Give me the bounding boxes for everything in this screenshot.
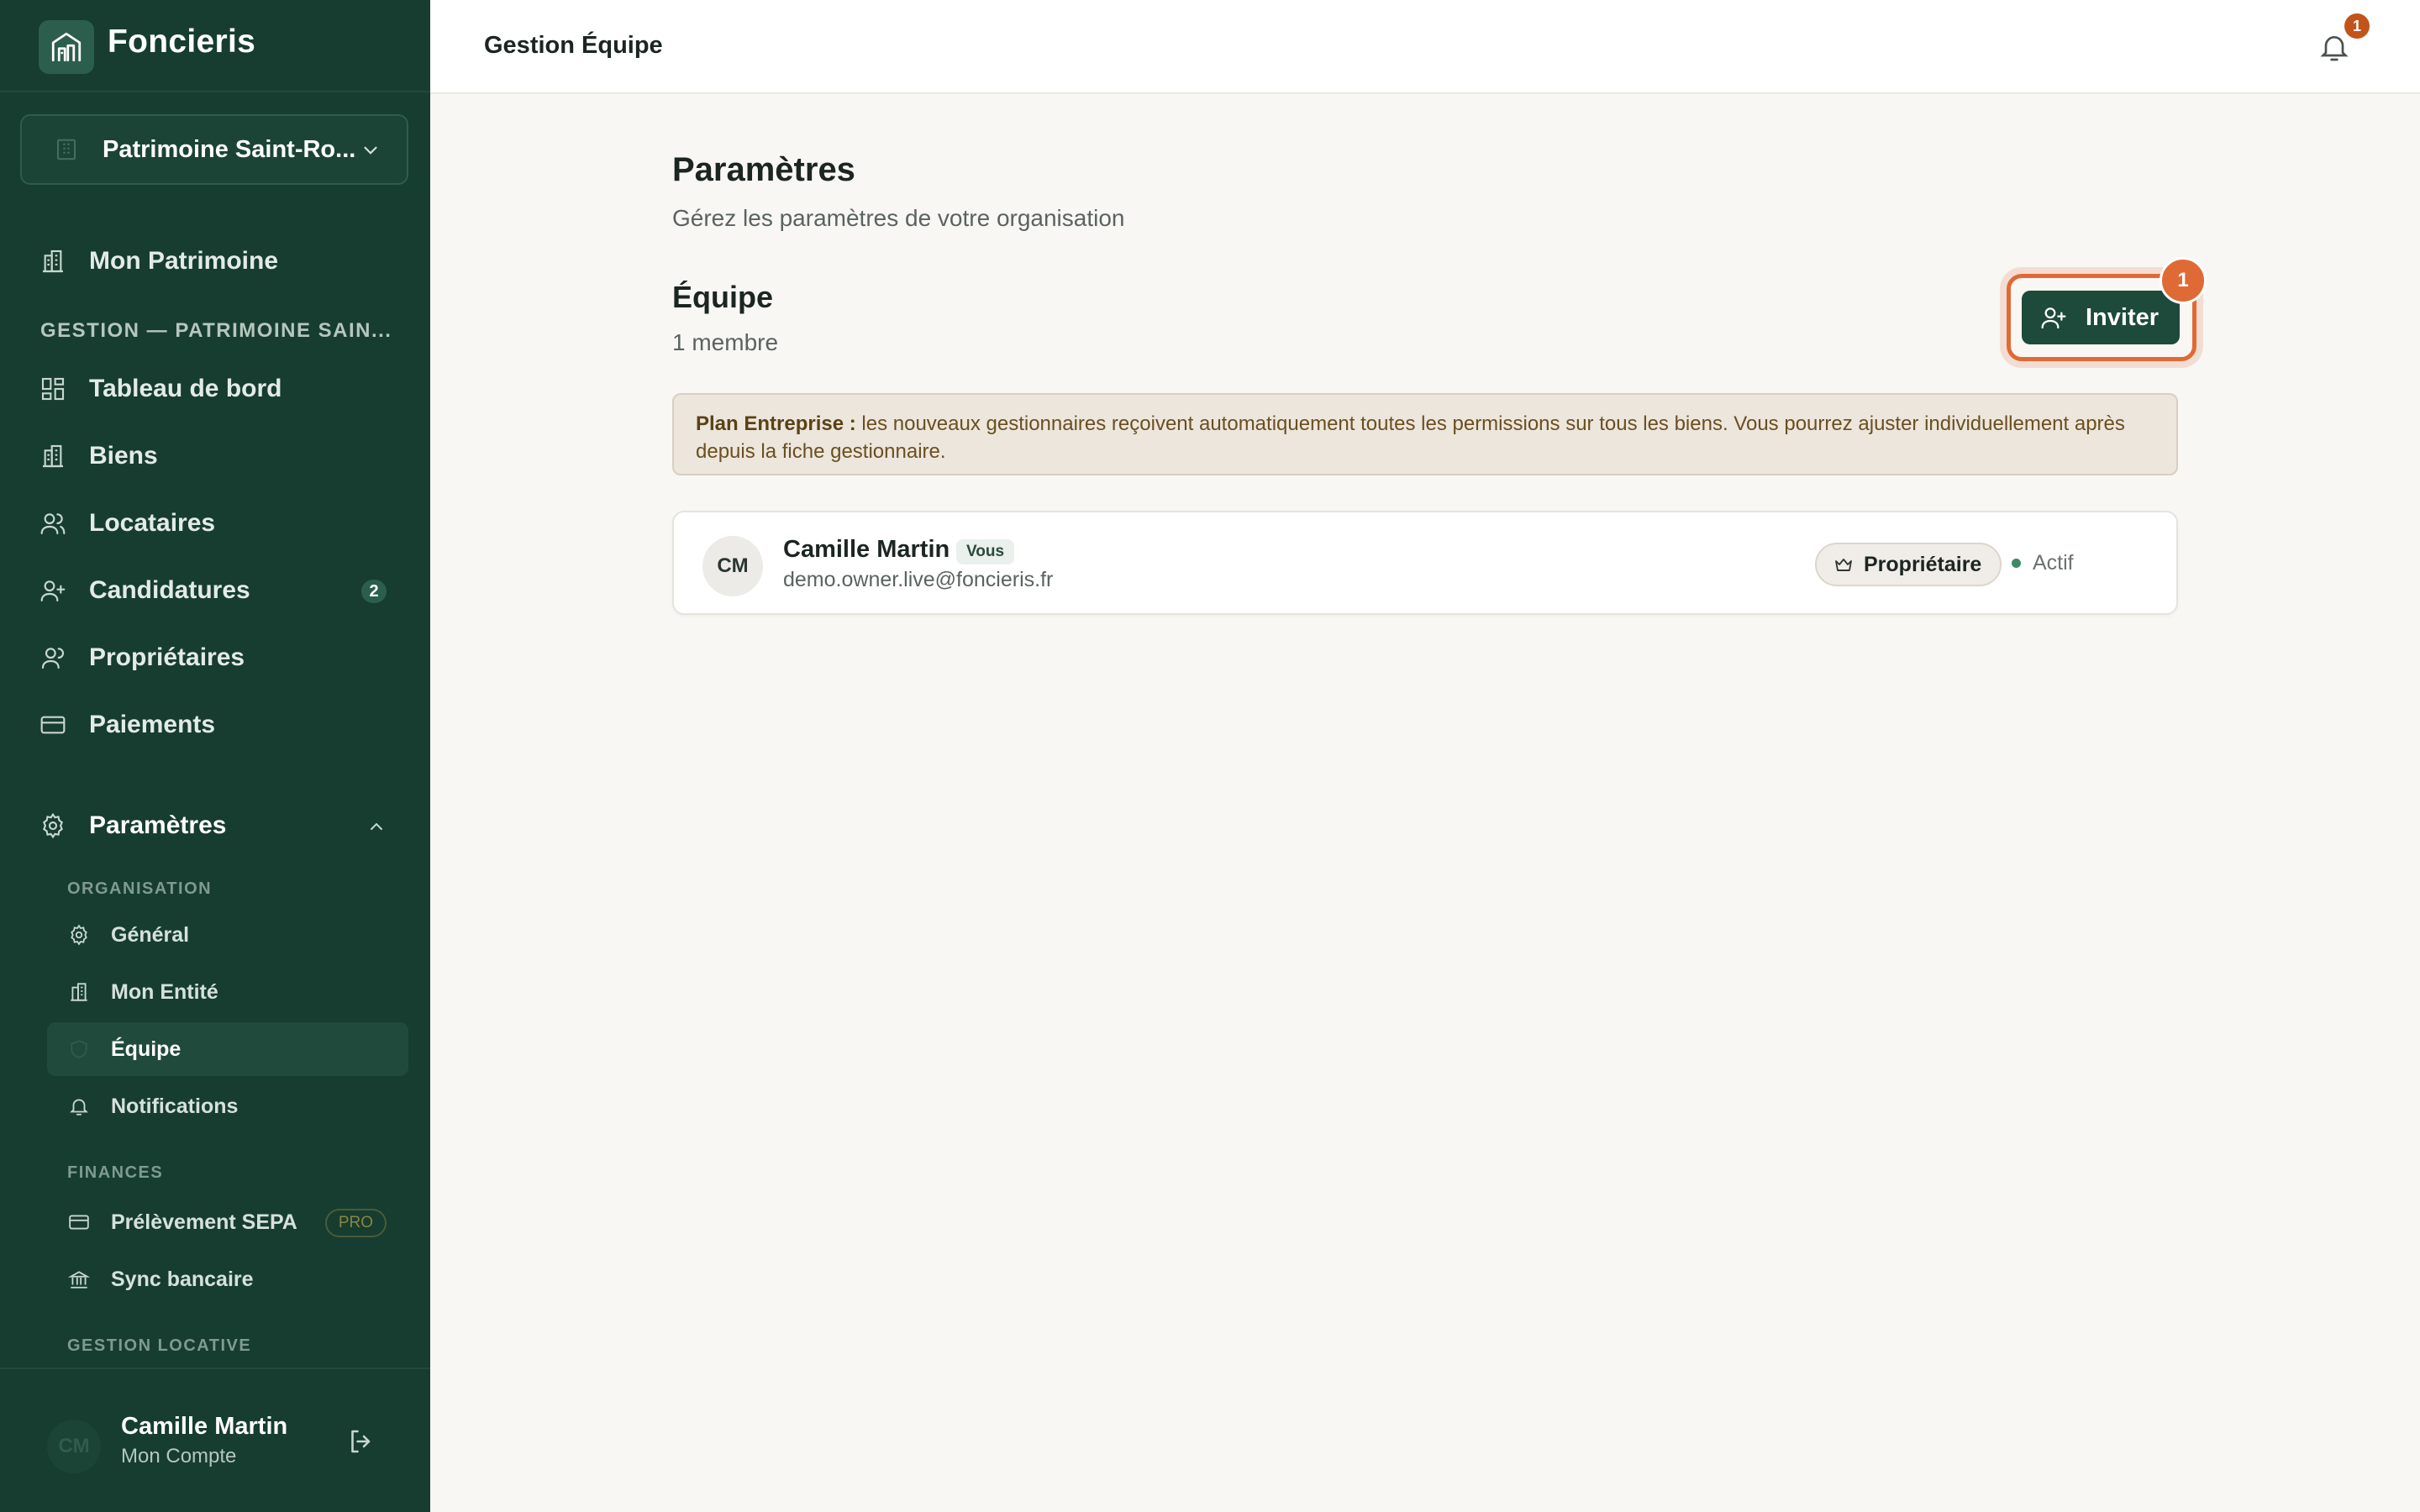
building-icon xyxy=(39,442,67,470)
page-breadcrumb-title: Gestion Équipe xyxy=(484,32,663,59)
users-icon xyxy=(39,509,67,538)
candidatures-count-badge: 2 xyxy=(361,580,387,603)
sidebar-item-label: Général xyxy=(111,922,190,947)
member-name: Camille Martin xyxy=(783,536,950,563)
notification-count-badge: 1 xyxy=(2344,13,2370,39)
sidebar-item-label: Mon Patrimoine xyxy=(89,247,279,275)
sidebar-item-label: Prélèvement SEPA xyxy=(111,1210,297,1234)
sidebar-item-label: Sync bancaire xyxy=(111,1267,254,1291)
sidebar-section-label: GESTION — PATRIMOINE SAIN... xyxy=(40,319,392,342)
avatar[interactable]: CM xyxy=(47,1420,101,1473)
avatar: CM xyxy=(702,536,763,596)
plan-notice-strong: Plan Entreprise : xyxy=(696,412,856,435)
building-icon xyxy=(39,247,67,276)
chevron-down-icon xyxy=(364,146,377,155)
sidebar-item-biens[interactable]: Biens xyxy=(20,428,410,484)
sidebar-item-label: Paiements xyxy=(89,711,216,738)
topbar: Gestion Équipe 1 xyxy=(430,0,2420,94)
card-icon xyxy=(67,1210,91,1234)
logout-icon[interactable] xyxy=(346,1426,376,1457)
footer-user-name[interactable]: Camille Martin xyxy=(121,1413,287,1441)
invite-button-label: Inviter xyxy=(2086,303,2160,331)
gear-icon xyxy=(39,811,67,840)
sidebar-item-tableau-de-bord[interactable]: Tableau de bord xyxy=(20,361,410,417)
crown-icon xyxy=(1835,559,1852,571)
sidebar-footer: CM Camille Martin Mon Compte xyxy=(0,1368,430,1512)
sidebar-item-mon-patrimoine[interactable]: Mon Patrimoine xyxy=(20,234,410,289)
sidebar-item-paiements[interactable]: Paiements xyxy=(20,697,410,753)
member-row[interactable]: CM Camille Martin Vous demo.owner.live@f… xyxy=(672,511,2178,615)
invite-step-badge: 1 xyxy=(2160,257,2207,304)
shield-icon xyxy=(67,1037,91,1061)
role-label: Propriétaire xyxy=(1864,552,1982,576)
sidebar-item-locataires[interactable]: Locataires xyxy=(20,496,410,551)
pro-badge: PRO xyxy=(324,1209,387,1237)
bell-icon[interactable] xyxy=(2317,30,2351,64)
settings-group-gestion-locative: GESTION LOCATIVE xyxy=(67,1336,252,1355)
dashboard-icon xyxy=(39,375,67,403)
status-badge: Actif xyxy=(2012,551,2074,575)
settings-group-organisation: ORGANISATION xyxy=(67,879,213,898)
sidebar: Foncieris Patrimoine Saint-Ro... Mon Pat… xyxy=(0,0,430,1512)
invite-button[interactable]: Inviter xyxy=(2022,291,2180,344)
gear-icon xyxy=(67,923,91,947)
building-icon xyxy=(67,980,91,1004)
sidebar-item-label: Notifications xyxy=(111,1094,239,1118)
sidebar-item-label: Locataires xyxy=(89,509,216,537)
app-name[interactable]: Foncieris xyxy=(108,24,255,60)
sidebar-item-label: Équipe xyxy=(111,1037,182,1061)
sidebar-item-notifications[interactable]: Notifications xyxy=(47,1079,408,1133)
sidebar-item-parametres[interactable]: Paramètres xyxy=(20,798,410,853)
member-email: demo.owner.live@foncieris.fr xyxy=(783,568,1054,591)
sidebar-item-proprietaires[interactable]: Propriétaires xyxy=(20,630,410,685)
sidebar-item-sync-bancaire[interactable]: Sync bancaire xyxy=(47,1252,408,1306)
status-dot xyxy=(2012,559,2021,568)
sidebar-item-label: Tableau de bord xyxy=(89,375,282,402)
card-icon xyxy=(39,711,67,739)
sidebar-item-general[interactable]: Général xyxy=(47,908,408,962)
footer-account-link[interactable]: Mon Compte xyxy=(121,1445,236,1468)
sidebar-item-label: Mon Entité xyxy=(111,979,218,1004)
bank-icon xyxy=(67,1268,91,1291)
sidebar-item-label: Biens xyxy=(89,442,158,470)
building-icon xyxy=(57,139,76,160)
sidebar-item-mon-entite[interactable]: Mon Entité xyxy=(47,965,408,1019)
user-plus-icon xyxy=(2041,307,2066,329)
logo-icon[interactable] xyxy=(39,20,94,74)
sidebar-item-prelevement-sepa[interactable]: Prélèvement SEPA PRO xyxy=(47,1195,408,1249)
team-section-title: Équipe xyxy=(672,280,774,314)
sidebar-item-label: Paramètres xyxy=(89,811,227,839)
sidebar-item-equipe[interactable]: Équipe xyxy=(47,1022,408,1076)
sidebar-header: Foncieris xyxy=(0,0,430,92)
user-icon xyxy=(39,643,67,672)
settings-group-finances: FINANCES xyxy=(67,1163,164,1182)
plan-notice-text: les nouveaux gestionnaires reçoivent aut… xyxy=(696,412,2125,463)
chevron-up-icon xyxy=(371,822,382,830)
org-selector[interactable]: Patrimoine Saint-Ro... xyxy=(20,114,408,185)
plan-notice: Plan Entreprise : les nouveaux gestionna… xyxy=(672,393,2178,475)
page-subtitle: Gérez les paramètres de votre organisati… xyxy=(672,205,1125,231)
team-member-count: 1 membre xyxy=(672,329,779,355)
status-label: Actif xyxy=(2033,551,2074,575)
sidebar-item-label: Candidatures xyxy=(89,576,250,604)
you-badge: Vous xyxy=(956,539,1015,564)
role-badge: Propriétaire xyxy=(1815,543,2002,586)
page-title: Paramètres xyxy=(672,151,855,188)
user-plus-icon xyxy=(39,576,67,605)
sidebar-item-label: Propriétaires xyxy=(89,643,245,671)
bell-icon xyxy=(67,1095,91,1118)
sidebar-item-candidatures[interactable]: Candidatures 2 xyxy=(20,563,410,618)
